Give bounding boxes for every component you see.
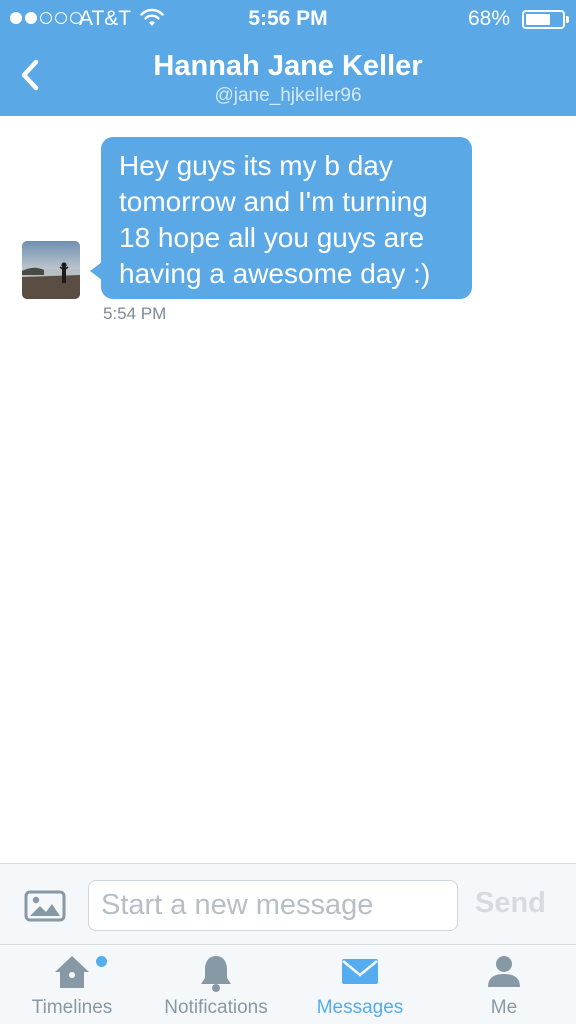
avatar-photo [22,241,80,299]
battery-percent: 68% [468,7,511,30]
conversation-handle: @jane_hjkeller96 [214,85,362,106]
tab-label: Me [490,997,518,1018]
tab-notifications[interactable]: Notifications [144,946,288,1024]
bell-icon [201,956,231,992]
tab-timelines[interactable]: Timelines [0,946,144,1024]
send-button[interactable]: Send [475,887,546,920]
message-timestamp: 5:54 PM [103,304,167,323]
add-image-button[interactable] [24,889,66,923]
home-icon [55,956,89,988]
tab-me[interactable]: Me [432,946,576,1024]
message-bubble[interactable]: Hey guys its my b day tomorrow and I'm t… [101,137,472,299]
status-bar: AT&T 5:56 PM 68% [0,0,576,38]
conversation-title: Hannah Jane Keller [153,50,423,82]
image-icon [24,890,66,922]
message-input[interactable] [88,880,458,931]
tab-label: Messages [316,997,404,1018]
avatar[interactable] [22,241,80,299]
compose-bar: Send [0,863,576,945]
tab-label: Notifications [164,997,268,1018]
header: AT&T 5:56 PM 68% Hannah Jane Keller @jan… [0,0,576,116]
person-icon [488,956,520,987]
battery-icon [522,10,565,29]
tab-label: Timelines [31,997,113,1018]
tab-bar: Timelines Notifications Messages Me [0,946,576,1024]
unread-indicator [96,956,107,967]
envelope-icon [342,959,378,984]
tab-messages[interactable]: Messages [288,946,432,1024]
message-text: Hey guys its my b day tomorrow and I'm t… [119,150,431,289]
